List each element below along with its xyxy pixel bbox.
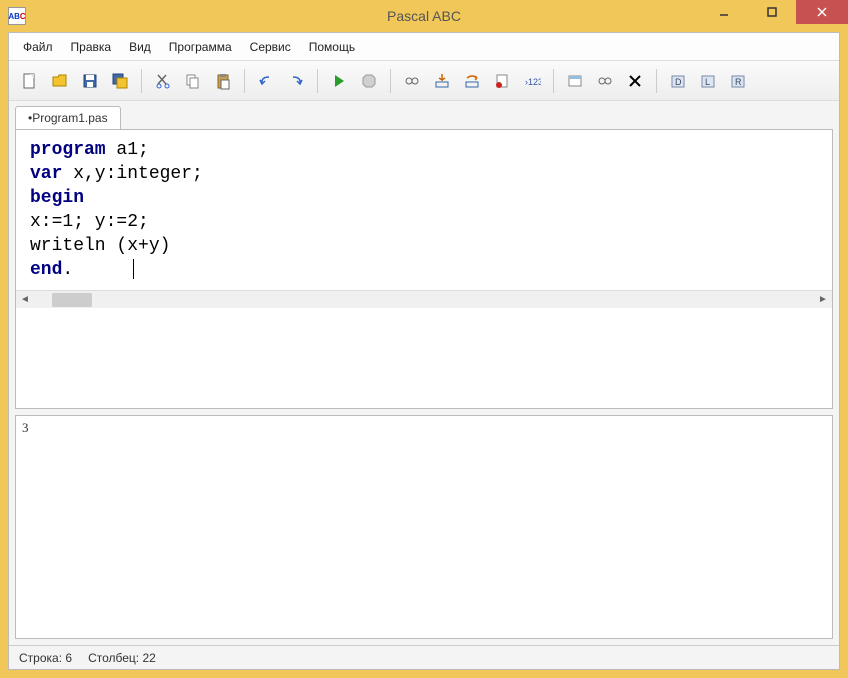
title-bar[interactable]: ABC Pascal ABC bbox=[0, 0, 848, 32]
svg-text:R: R bbox=[735, 77, 742, 87]
paste-icon[interactable] bbox=[210, 68, 236, 94]
scroll-thumb[interactable] bbox=[52, 293, 92, 307]
new-icon[interactable] bbox=[17, 68, 43, 94]
menu-bar: Файл Правка Вид Программа Сервис Помощь bbox=[9, 33, 839, 61]
window-controls bbox=[700, 0, 848, 24]
status-bar: Строка: 6 Столбец: 22 bbox=[9, 645, 839, 669]
undo-icon[interactable] bbox=[253, 68, 279, 94]
scrollbar-horizontal[interactable]: ◄ ► bbox=[16, 290, 832, 308]
code-editor[interactable]: program a1; var x,y:integer; begin x:=1;… bbox=[15, 129, 833, 409]
panel1-icon[interactable] bbox=[562, 68, 588, 94]
window-title: Pascal ABC bbox=[387, 8, 461, 24]
minimize-button[interactable] bbox=[700, 0, 748, 24]
breakpoint-icon[interactable] bbox=[489, 68, 515, 94]
svg-text:›123: ›123 bbox=[525, 77, 541, 87]
menu-program[interactable]: Программа bbox=[161, 36, 240, 58]
var-watch-icon[interactable]: ›123 bbox=[519, 68, 545, 94]
tab-program1[interactable]: •Program1.pas bbox=[15, 106, 121, 129]
status-line: Строка: 6 bbox=[19, 651, 72, 665]
toolbar-sep bbox=[244, 69, 245, 93]
save-all-icon[interactable] bbox=[107, 68, 133, 94]
menu-file[interactable]: Файл bbox=[15, 36, 61, 58]
step-over-icon[interactable] bbox=[459, 68, 485, 94]
run-icon[interactable] bbox=[326, 68, 352, 94]
open-icon[interactable] bbox=[47, 68, 73, 94]
tool-l-icon[interactable]: L bbox=[695, 68, 721, 94]
status-col: Столбец: 22 bbox=[88, 651, 156, 665]
toolbar-sep bbox=[141, 69, 142, 93]
stop-icon[interactable] bbox=[356, 68, 382, 94]
save-icon[interactable] bbox=[77, 68, 103, 94]
redo-icon[interactable] bbox=[283, 68, 309, 94]
cut-icon[interactable] bbox=[150, 68, 176, 94]
svg-text:D: D bbox=[675, 77, 682, 87]
scroll-right-arrow[interactable]: ► bbox=[814, 292, 832, 308]
output-panel[interactable]: 3 bbox=[15, 415, 833, 639]
svg-text:L: L bbox=[705, 77, 710, 87]
watch-icon[interactable] bbox=[399, 68, 425, 94]
delete-icon[interactable] bbox=[622, 68, 648, 94]
close-button[interactable] bbox=[796, 0, 848, 24]
toolbar-sep bbox=[553, 69, 554, 93]
app-icon: ABC bbox=[8, 7, 26, 25]
editor-area: program a1; var x,y:integer; begin x:=1;… bbox=[9, 129, 839, 645]
toolbar-sep bbox=[390, 69, 391, 93]
tab-bar: •Program1.pas bbox=[9, 101, 839, 129]
toolbar: ›123 D L R bbox=[9, 61, 839, 101]
menu-edit[interactable]: Правка bbox=[63, 36, 120, 58]
menu-help[interactable]: Помощь bbox=[301, 36, 363, 58]
toolbar-sep bbox=[656, 69, 657, 93]
maximize-button[interactable] bbox=[748, 0, 796, 24]
copy-icon[interactable] bbox=[180, 68, 206, 94]
tool-d-icon[interactable]: D bbox=[665, 68, 691, 94]
panel2-icon[interactable] bbox=[592, 68, 618, 94]
step-into-icon[interactable] bbox=[429, 68, 455, 94]
scroll-left-arrow[interactable]: ◄ bbox=[16, 292, 34, 308]
menu-view[interactable]: Вид bbox=[121, 36, 159, 58]
scroll-track[interactable] bbox=[34, 292, 814, 308]
toolbar-sep bbox=[317, 69, 318, 93]
client-area: Файл Правка Вид Программа Сервис Помощь bbox=[8, 32, 840, 670]
app-window: ABC Pascal ABC Файл Правка Вид Программа… bbox=[0, 0, 848, 678]
menu-service[interactable]: Сервис bbox=[242, 36, 299, 58]
tool-r-icon[interactable]: R bbox=[725, 68, 751, 94]
